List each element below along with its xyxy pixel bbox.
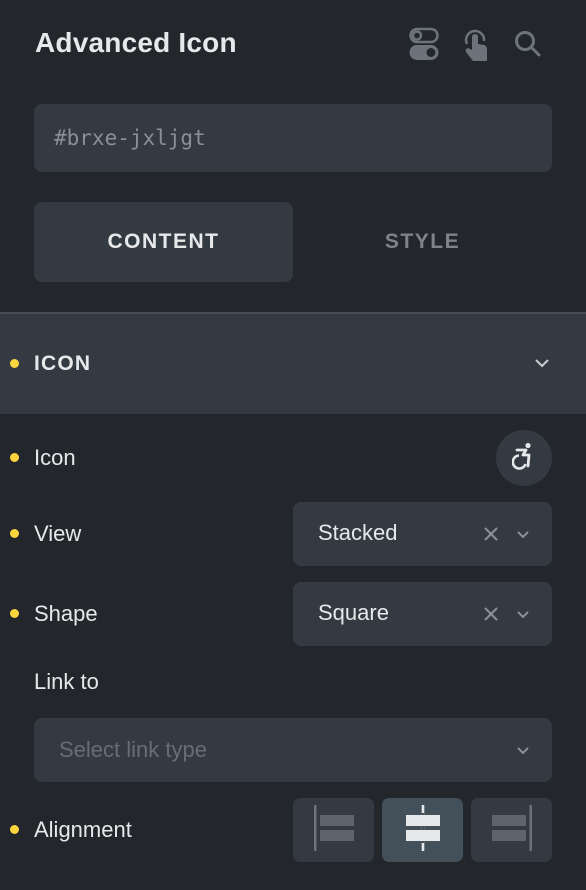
chevron-down-icon	[515, 604, 531, 624]
section-title: ICON	[34, 352, 92, 375]
tab-style[interactable]: STYLE	[293, 202, 552, 282]
chevron-down-icon	[533, 356, 551, 375]
align-left-button[interactable]	[293, 798, 374, 862]
align-left-icon	[312, 803, 356, 858]
toggles-icon[interactable]	[407, 26, 441, 62]
view-label: View	[34, 521, 82, 546]
icon-picker-button[interactable]	[496, 430, 552, 486]
align-right-icon	[490, 803, 534, 858]
chevron-down-icon	[515, 524, 531, 544]
element-id-input[interactable]	[34, 104, 552, 172]
view-select-value: Stacked	[318, 520, 398, 545]
modified-dot	[10, 529, 19, 538]
link-to-label: Link to	[34, 669, 99, 694]
wheelchair-accessible-icon	[511, 442, 536, 475]
section-header-icon[interactable]: ICON	[0, 314, 586, 414]
clear-icon[interactable]	[481, 522, 501, 546]
modified-dot	[10, 359, 19, 368]
shape-label: Shape	[34, 601, 98, 626]
panel-header: Advanced Icon	[0, 0, 586, 90]
panel-title: Advanced Icon	[35, 27, 237, 58]
chevron-down-icon	[515, 740, 531, 765]
align-right-button[interactable]	[471, 798, 552, 862]
shape-select[interactable]: Square	[293, 582, 552, 646]
alignment-label: Alignment	[34, 817, 132, 842]
align-center-icon	[401, 803, 445, 858]
link-type-placeholder: Select link type	[59, 737, 207, 762]
icon-label: Icon	[34, 445, 76, 470]
clear-icon[interactable]	[481, 602, 501, 626]
modified-dot	[10, 609, 19, 618]
tab-content[interactable]: CONTENT	[34, 202, 293, 282]
view-select[interactable]: Stacked	[293, 502, 552, 566]
search-icon[interactable]	[511, 26, 545, 62]
hand-pointer-icon[interactable]	[459, 26, 493, 62]
shape-select-value: Square	[318, 600, 389, 625]
align-center-button[interactable]	[382, 798, 463, 862]
modified-dot	[10, 825, 19, 834]
modified-dot	[10, 453, 19, 462]
link-type-select[interactable]: Select link type	[34, 718, 552, 782]
